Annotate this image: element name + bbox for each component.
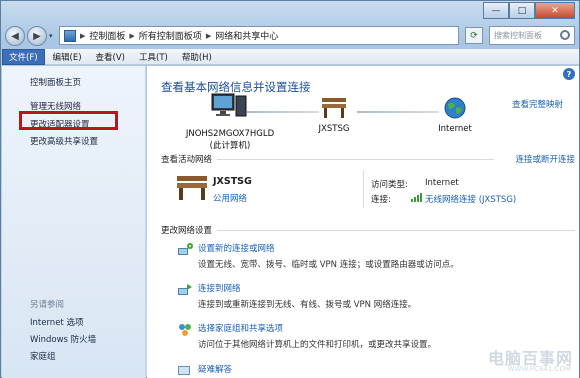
breadcrumb-network-center[interactable]: 网络和共享中心	[215, 29, 278, 42]
network-node[interactable]: JXSTSG	[309, 96, 359, 134]
chevron-right-icon[interactable]: ▶	[206, 32, 211, 40]
computer-name: JNOHS2MGOX7HGLD	[185, 129, 275, 139]
sidebar-link-control-panel-home[interactable]: 控制面板主页	[30, 76, 81, 88]
globe-icon	[444, 97, 466, 119]
connect-to-network-link[interactable]: 连接到网络	[198, 282, 241, 294]
troubleshoot-icon	[178, 366, 190, 375]
network-type-link[interactable]: 公用网络	[213, 192, 247, 204]
menu-tools[interactable]: 工具(T)	[133, 50, 174, 64]
bench-icon	[177, 176, 207, 200]
network-name: JXSTSG	[318, 124, 350, 134]
new-connection-icon	[178, 243, 193, 255]
setup-new-connection-desc: 设置无线、宽带、拨号、临时或 VPN 连接；或设置路由器或访问点。	[198, 260, 459, 270]
connect-disconnect-link[interactable]: 连接或断开连接	[515, 153, 575, 165]
computer-node[interactable]: JNOHS2MGOX7HGLD (此计算机)	[175, 92, 285, 151]
breadcrumb-all-items[interactable]: 所有控制面板项	[139, 29, 202, 42]
title-bar: — □ ✕ ◀ ▶ ▾ ▶ 控制面板 ▶ 所有控制面板项 ▶ 网络和共享中心 ⟳…	[1, 1, 579, 47]
minimize-button[interactable]: —	[483, 2, 509, 19]
recent-pages-dropdown[interactable]: ▾	[49, 32, 59, 40]
highlight-box	[19, 111, 118, 130]
connections-label: 连接:	[371, 195, 391, 205]
active-network-name: JXSTSG	[213, 176, 252, 187]
homegroup-sharing-desc: 访问位于其他网络计算机上的文件和打印机，或更改共享设置。	[198, 340, 437, 350]
homegroup-icon	[179, 324, 191, 336]
view-full-map-link[interactable]: 查看完整映射	[512, 98, 563, 110]
network-sharing-center-window: — □ ✕ ◀ ▶ ▾ ▶ 控制面板 ▶ 所有控制面板项 ▶ 网络和共享中心 ⟳…	[0, 0, 580, 378]
chevron-right-icon[interactable]: ▶	[80, 32, 85, 40]
setup-new-connection-link[interactable]: 设置新的连接或网络	[198, 242, 275, 254]
sidebar-link-homegroup[interactable]: 家庭组	[30, 350, 56, 362]
access-type-value: Internet	[425, 178, 459, 188]
control-panel-icon	[64, 29, 76, 42]
connect-to-network-desc: 连接到或重新连接到无线、有线、拨号或 VPN 网络连接。	[198, 300, 417, 310]
refresh-button[interactable]: ⟳	[465, 27, 483, 44]
divider	[217, 230, 575, 231]
search-icon[interactable]	[560, 30, 570, 40]
forward-button[interactable]: ▶	[27, 26, 47, 46]
menu-help[interactable]: 帮助(H)	[176, 50, 218, 64]
search-input[interactable]: 搜索控制面板	[489, 26, 575, 45]
computer-sublabel: (此计算机)	[209, 141, 251, 151]
address-bar[interactable]: ▶ 控制面板 ▶ 所有控制面板项 ▶ 网络和共享中心	[59, 26, 459, 45]
internet-node[interactable]: Internet	[425, 96, 485, 134]
bench-icon	[322, 98, 346, 118]
sidebar-link-internet-options[interactable]: Internet 选项	[30, 316, 83, 328]
change-settings-heading: 更改网络设置	[161, 226, 213, 236]
menu-edit[interactable]: 编辑(E)	[47, 50, 88, 64]
signal-strength-icon	[411, 193, 422, 202]
search-placeholder: 搜索控制面板	[494, 31, 542, 40]
internet-label: Internet	[438, 124, 472, 134]
menu-bar: 文件(F) 编辑(E) 查看(V) 工具(T) 帮助(H)	[2, 48, 579, 65]
back-button[interactable]: ◀	[5, 26, 25, 46]
divider	[363, 170, 364, 208]
computer-icon	[211, 93, 247, 117]
help-icon[interactable]: ?	[563, 68, 575, 80]
access-type-label: 访问类型:	[371, 180, 408, 190]
see-also-heading: 另请参阅	[30, 300, 65, 310]
menu-file[interactable]: 文件(F)	[2, 48, 45, 65]
menu-view[interactable]: 查看(V)	[90, 50, 131, 64]
active-networks-heading: 查看活动网络	[161, 155, 213, 165]
watermark: 电脑百事网 WWW.PC841.COM	[463, 341, 573, 377]
main-panel: ? 查看基本网络信息并设置连接 查看完整映射 JNOHS2MGOX7HGLD (…	[147, 66, 579, 378]
watermark-subtext: WWW.PC841.COM	[507, 365, 571, 373]
close-button[interactable]: ✕	[535, 2, 575, 19]
window-controls: — □ ✕	[483, 2, 575, 19]
homegroup-sharing-link[interactable]: 选择家庭组和共享选项	[198, 322, 283, 334]
divider	[217, 159, 494, 160]
chevron-right-icon[interactable]: ▶	[129, 32, 134, 40]
maximize-button[interactable]: □	[509, 2, 535, 19]
sidebar-link-windows-firewall[interactable]: Windows 防火墙	[30, 333, 96, 345]
connect-network-icon	[178, 284, 192, 295]
navigation-row: ◀ ▶ ▾ ▶ 控制面板 ▶ 所有控制面板项 ▶ 网络和共享中心 ⟳ 搜索控制面…	[5, 25, 575, 47]
sidebar: 控制面板主页 管理无线网络 更改适配器设置 更改高级共享设置 另请参阅 Inte…	[2, 66, 146, 378]
sidebar-link-advanced-sharing[interactable]: 更改高级共享设置	[30, 135, 98, 147]
troubleshoot-link[interactable]: 疑难解答	[198, 363, 232, 375]
breadcrumb-control-panel[interactable]: 控制面板	[89, 29, 125, 42]
wireless-connection-link[interactable]: 无线网络连接 (JXSTSG)	[425, 193, 516, 205]
